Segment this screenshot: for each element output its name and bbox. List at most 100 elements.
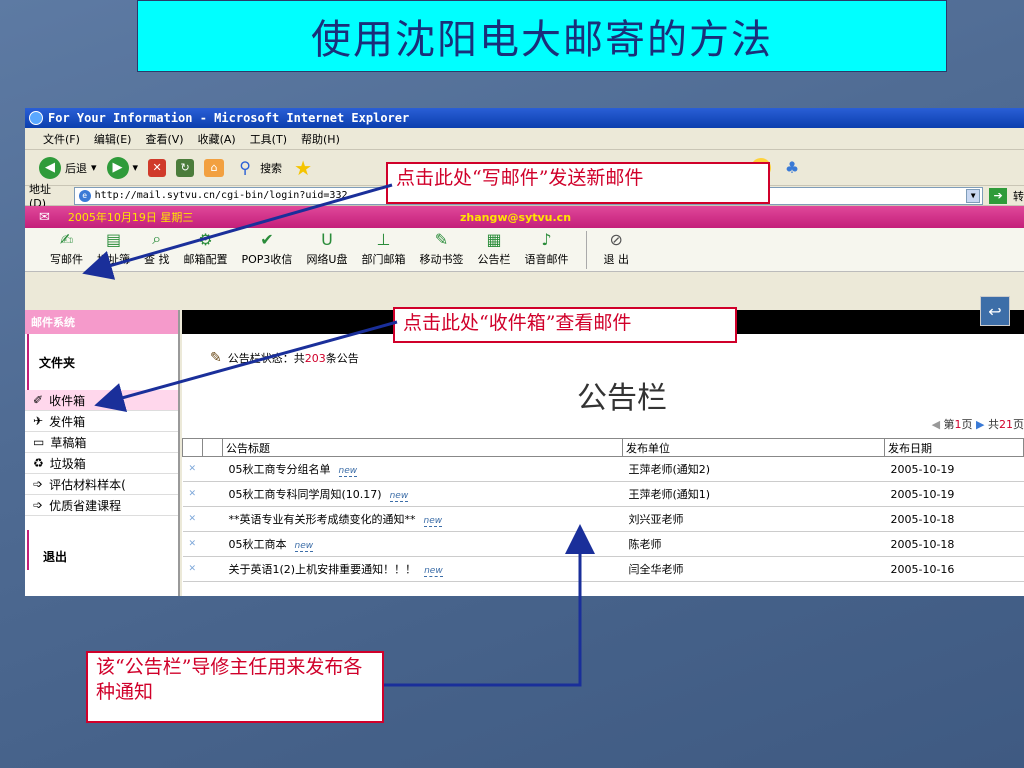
logout-button[interactable]: ⊘ 退 出 [597, 230, 637, 271]
mail-header: ✉ 2005年10月19日 星期三 zhangw@sytvu.cn [25, 206, 1024, 228]
pop3-icon: ✔ [260, 230, 274, 249]
mailbox-config-button[interactable]: ⚙ 邮箱配置 [177, 230, 235, 271]
col-date[interactable]: 发布日期 [884, 438, 1024, 457]
table-row[interactable]: ✕ 05秋工商本 new 陈老师 2005-10-18 [182, 531, 1024, 557]
page-icon: e [78, 189, 91, 202]
department-icon: ⊥ [376, 230, 391, 249]
table-row[interactable]: ✕ **英语专业有关形考成绩变化的通知** new 刘兴亚老师 2005-10-1… [182, 506, 1024, 532]
notice-title[interactable]: 05秋工商本 new [222, 531, 623, 557]
bulletin-icon: ▦ [486, 230, 502, 249]
callout-compose: 点击此处“写邮件”发送新邮件 [386, 162, 770, 204]
sidebar-item-inbox[interactable]: ✐ 收件箱 [25, 390, 178, 411]
table-header-row: 公告标题 发布单位 发布日期 [182, 438, 1024, 457]
notice-title-text[interactable]: 05秋工商专科同学周知(10.17) [229, 488, 382, 501]
menu-tools[interactable]: 工具(T) [250, 131, 287, 147]
notice-title-text[interactable]: **英语专业有关形考成绩变化的通知** [229, 513, 416, 526]
mobile-bookmark-button[interactable]: ✎ 移动书签 [413, 230, 471, 271]
pager-total-prefix: 共 [988, 418, 999, 431]
next-page-icon[interactable]: ▶ [976, 418, 984, 431]
compose-button[interactable]: ✍ 写邮件 [43, 230, 90, 271]
mail-logo-icon: ✉ [39, 209, 50, 225]
back-button[interactable]: ◀ 后退 ▾ [39, 156, 97, 179]
trash-icon: ♻ [33, 456, 44, 470]
sidebar-item-trash[interactable]: ♻ 垃圾箱 [25, 453, 178, 474]
table-row[interactable]: ✕ 关于英语1(2)上机安排重要通知！！！ new 闫全华老师 2005-10-1… [182, 556, 1024, 582]
folder-arrow-icon: ➩ [33, 477, 44, 491]
notice-title-text[interactable]: 05秋工商专分组名单 [229, 463, 331, 476]
menu-edit[interactable]: 编辑(E) [94, 131, 132, 147]
new-badge: new [389, 491, 409, 502]
new-badge: new [424, 566, 443, 577]
notice-title[interactable]: 05秋工商专分组名单 new [222, 456, 623, 482]
menu-favorites[interactable]: 收藏(A) [198, 131, 236, 147]
row-bullet-icon: ✕ [182, 531, 203, 557]
pager: ◀ 第1页 ▶ 共21页 [932, 416, 1024, 432]
table-row[interactable]: ✕ 05秋工商专科同学周知(10.17) new 王萍老师(通知1) 2005-1… [182, 481, 1024, 507]
new-badge: new [294, 541, 314, 552]
refresh-icon[interactable]: ↻ [176, 158, 195, 177]
prev-page-icon[interactable]: ◀ [932, 418, 940, 431]
voice-mail-button[interactable]: ♪ 语音邮件 [518, 230, 576, 271]
pager-suffix: 页 [1013, 418, 1024, 431]
address-book-icon: ▤ [105, 230, 122, 249]
callout-inbox: 点击此处“收件箱”查看邮件 [393, 307, 737, 343]
notice-date: 2005-10-19 [884, 456, 1024, 482]
find-icon: ⌕ [152, 229, 162, 248]
status-prefix: 公告栏状态：共 [227, 352, 305, 365]
col-title[interactable]: 公告标题 [222, 438, 623, 457]
row-bullet-icon: ✕ [182, 456, 203, 482]
sidebar-item-evaluation[interactable]: ➩ 评估材料样本( [25, 474, 178, 495]
config-icon: ⚙ [198, 230, 213, 249]
row-bullet-icon: ✕ [182, 556, 203, 582]
people-icon[interactable]: ♣ [781, 157, 803, 179]
find-label: 查 找 [144, 253, 170, 266]
notice-title[interactable]: 05秋工商专科同学周知(10.17) new [222, 481, 623, 507]
back-logo-icon[interactable]: ↩ [980, 296, 1010, 326]
notice-title-text[interactable]: 关于英语1(2)上机安排重要通知！！！ [229, 563, 417, 576]
network-disk-button[interactable]: U 网络U盘 [299, 230, 354, 271]
compose-label: 写邮件 [50, 253, 83, 266]
notice-title[interactable]: **英语专业有关形考成绩变化的通知** new [222, 506, 623, 532]
go-label[interactable]: 转 [1013, 188, 1024, 204]
sidebar-item-label: 垃圾箱 [49, 456, 86, 471]
col-icon [182, 438, 203, 457]
sidebar-item-label: 收件箱 [49, 393, 86, 408]
pop3-button[interactable]: ✔ POP3收信 [235, 230, 300, 271]
window-titlebar: For Your Information - Microsoft Interne… [25, 108, 1024, 128]
menu-bar: 文件(F) 编辑(E) 查看(V) 收藏(A) 工具(T) 帮助(H) [25, 128, 1024, 150]
find-button[interactable]: ⌕ 查 找 [137, 229, 177, 271]
sidebar-exit[interactable]: 退出 [27, 530, 178, 570]
address-book-button[interactable]: ▤ 地址簿 [90, 230, 137, 271]
stop-icon[interactable]: ✕ [148, 158, 167, 177]
bulletin-board-button[interactable]: ▦ 公告栏 [471, 230, 518, 271]
menu-file[interactable]: 文件(F) [43, 131, 80, 147]
table-row[interactable]: ✕ 05秋工商专分组名单 new 王萍老师(通知2) 2005-10-19 [182, 456, 1024, 482]
address-dropdown-icon[interactable]: ▼ [966, 188, 981, 203]
notice-unit: 刘兴亚老师 [622, 506, 885, 532]
col-unit[interactable]: 发布单位 [622, 438, 885, 457]
home-icon[interactable]: ⌂ [204, 158, 225, 177]
sidebar-item-drafts[interactable]: ▭ 草稿箱 [25, 432, 178, 453]
sidebar-item-label: 评估材料样本( [49, 477, 126, 492]
favorites-star-icon[interactable]: ★ [292, 156, 314, 180]
sidebar-item-outbox[interactable]: ✈ 发件箱 [25, 411, 178, 432]
compose-icon: ✍ [59, 230, 74, 249]
voice-mail-icon: ♪ [541, 230, 552, 249]
forward-dropdown-icon: ▾ [132, 161, 139, 174]
go-arrow-icon[interactable]: ➔ [989, 187, 1008, 204]
notice-unit: 王萍老师(通知2) [622, 456, 885, 482]
department-mailbox-button[interactable]: ⊥ 部门邮箱 [355, 230, 413, 271]
search-button[interactable]: ⚲ 搜索 [234, 157, 282, 179]
notice-title[interactable]: 关于英语1(2)上机安排重要通知！！！ new [222, 556, 623, 582]
forward-button[interactable]: ▶ ▾ [106, 156, 139, 179]
notice-title-text[interactable]: 05秋工商本 [229, 538, 287, 551]
mail-toolbar: ✍ 写邮件 ▤ 地址簿 ⌕ 查 找 ⚙ 邮箱配置 ✔ POP3收信 U 网络U盘… [25, 228, 1024, 272]
pager-prefix: 第 [943, 418, 955, 431]
menu-help[interactable]: 帮助(H) [301, 131, 340, 147]
menu-view[interactable]: 查看(V) [145, 131, 183, 147]
folder-arrow-icon: ➩ [33, 498, 44, 512]
drafts-icon: ▭ [33, 435, 45, 449]
sidebar-item-courses[interactable]: ➩ 优质省建课程 [25, 495, 178, 516]
folders-title: 文件夹 [27, 334, 178, 390]
new-badge: new [423, 516, 443, 527]
